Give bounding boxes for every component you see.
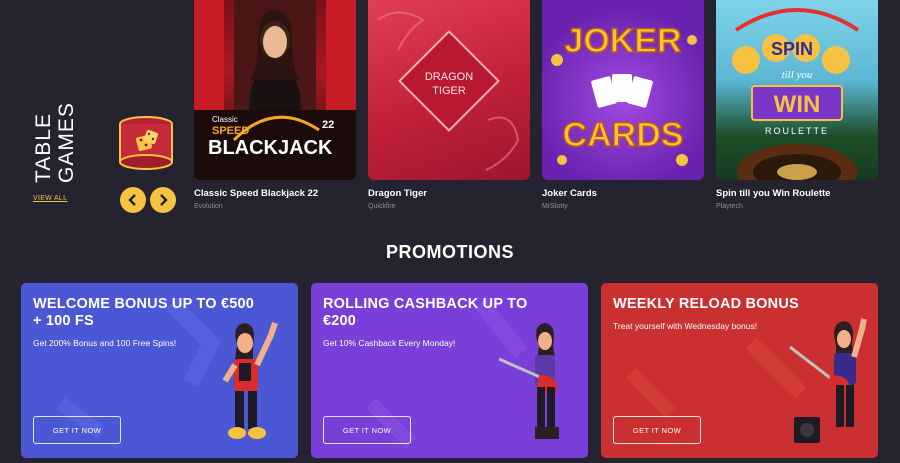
promotions-heading: PROMOTIONS [385, 242, 514, 262]
dice-drum-icon [119, 116, 173, 170]
game-provider: MrSlotty [542, 203, 568, 210]
view-all-link[interactable]: VIEW ALL [33, 195, 67, 202]
game-card-dragon-tiger[interactable]: DRAGON TIGER Dragon Tiger Quickfire [368, 0, 530, 210]
art-text: CARDS [563, 116, 684, 154]
game-name[interactable]: Spin till you Win Roulette [716, 188, 878, 199]
game-name[interactable]: Classic Speed Blackjack 22 [194, 188, 356, 199]
game-provider: Playtech [716, 203, 743, 210]
game-thumbnail[interactable]: Classic SPEED BLACKJACK 22 [194, 0, 356, 180]
art-text: DRAGON [425, 71, 473, 83]
chevron-right-icon [160, 194, 168, 206]
game-thumbnail[interactable]: DRAGON TIGER [368, 0, 530, 180]
carousel-next-button[interactable] [150, 187, 176, 213]
get-it-now-button[interactable]: GET IT NOW [323, 416, 411, 444]
art-text: TIGER [432, 85, 466, 97]
game-card-blackjack[interactable]: Classic SPEED BLACKJACK 22 Classic Speed… [194, 0, 356, 210]
art-text: 22 [322, 119, 334, 131]
game-thumbnail[interactable]: SPIN till you WIN ROULETTE [716, 0, 878, 180]
game-provider: Quickfire [368, 203, 396, 210]
table-games-heading-line2: GAMES [55, 102, 78, 183]
promo-text: Get 200% Bonus and 100 Free Spins! [33, 338, 177, 348]
promo-card-welcome-bonus[interactable]: WELCOME BONUS UP TO €500 + 100 FS Get 20… [21, 283, 298, 458]
game-card-spin-till-you-win[interactable]: SPIN till you WIN ROULETTE Spin till you… [716, 0, 878, 210]
game-thumbnail[interactable]: JOKER CARDS [542, 0, 704, 180]
promo-title: WEEKLY RELOAD BONUS [613, 296, 799, 312]
art-text: WIN [774, 91, 821, 118]
art-text: JOKER [564, 22, 681, 60]
art-text: BLACKJACK [208, 137, 333, 159]
rocker-character [222, 322, 278, 439]
get-it-now-button[interactable]: GET IT NOW [33, 416, 121, 444]
rocker-guitar-character [789, 318, 867, 443]
promo-card-weekly-reload[interactable]: WEEKLY RELOAD BONUS Treat yourself with … [601, 283, 878, 458]
joker-cards-art: JOKER CARDS [551, 21, 697, 166]
art-text: SPEED [212, 125, 249, 137]
chevron-left-icon [128, 194, 136, 206]
art-text: SPIN [771, 39, 813, 59]
get-it-now-button[interactable]: GET IT NOW [613, 416, 701, 444]
game-card-joker-cards[interactable]: JOKER CARDS Joker Cards MrSlotty [542, 0, 704, 210]
dragon-tiger-art: DRAGON TIGER [377, 11, 520, 171]
game-provider: Evolution [194, 203, 223, 210]
art-text: Classic [212, 115, 238, 124]
guitarist-character [499, 323, 559, 439]
table-games-heading: TABLE GAMES [32, 93, 78, 183]
promo-card-rolling-cashback[interactable]: ROLLING CASHBACK UP TO €200 Get 10% Cash… [311, 283, 588, 458]
carousel-prev-button[interactable] [120, 187, 146, 213]
game-name[interactable]: Dragon Tiger [368, 188, 530, 199]
carousel-arrows [120, 187, 176, 213]
art-text: till you [782, 69, 813, 81]
dealer-image: Classic SPEED BLACKJACK 22 [194, 0, 356, 180]
promo-text: Get 10% Cashback Every Monday! [323, 338, 456, 348]
roulette-art: SPIN till you WIN ROULETTE [732, 8, 860, 180]
table-games-heading-line1: TABLE [32, 113, 55, 183]
art-text: ROULETTE [765, 126, 829, 136]
game-name[interactable]: Joker Cards [542, 188, 704, 199]
